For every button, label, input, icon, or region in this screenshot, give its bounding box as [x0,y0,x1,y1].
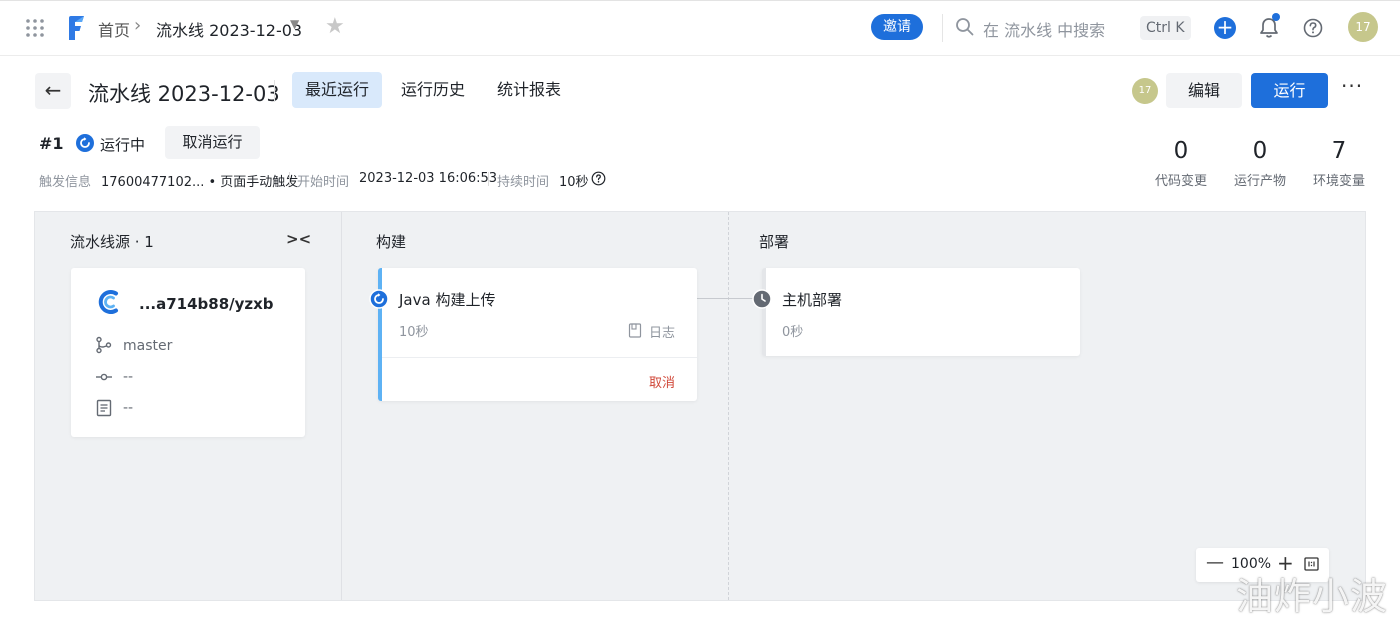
zoom-out-button[interactable]: — [1206,552,1224,573]
caret-down-icon[interactable]: ▼ [290,17,299,31]
run-number: #1 [39,134,64,153]
product-logo-icon[interactable] [64,14,88,42]
divider [382,357,697,358]
build-job-title[interactable]: Java 构建上传 [399,289,495,310]
build-job-log-link[interactable]: 日志 [649,322,675,341]
codeup-repo-icon [98,290,118,314]
user-avatar[interactable]: 17 [1348,12,1378,42]
start-time-value: 2023-12-03 16:06:53 [359,171,498,186]
branch-icon [96,336,112,354]
cancel-run-button[interactable]: 取消运行 [165,126,260,159]
running-status-icon [369,289,389,309]
help-icon[interactable] [1302,17,1324,39]
repo-name[interactable]: ...a714b88/yzxb [139,295,274,313]
log-book-icon[interactable] [628,323,642,338]
tab-recent-runs[interactable]: 最近运行 [292,72,383,108]
code-changes-label: 代码变更 [1154,174,1207,189]
divider [942,14,943,42]
artifacts-label: 运行产物 [1233,174,1286,189]
column-divider [728,212,729,600]
env-vars-label: 环境变量 [1312,174,1365,189]
search-input[interactable]: 在 流水线 中搜索 [983,17,1105,41]
source-column-title: 流水线源 · 1 [70,233,154,251]
collapse-icon[interactable]: >< [286,230,311,248]
commit-id: -- [123,369,134,385]
duration-help-icon[interactable] [591,171,606,186]
code-changes-count[interactable]: 0 [1166,138,1196,164]
apps-grid-icon[interactable] [24,17,46,39]
duration-value: 10秒 [559,175,589,190]
create-button[interactable]: + [1214,17,1236,39]
commit-message-icon [96,399,112,417]
divider [289,172,290,186]
start-time-label: 开始时间 [297,175,350,190]
commit-message: -- [123,400,134,416]
favorite-star-icon[interactable]: ★ [325,14,345,39]
breadcrumb-chevron-icon: › [134,15,142,36]
run-button[interactable]: 运行 [1251,73,1328,108]
deploy-job-title[interactable]: 主机部署 [782,289,842,310]
pending-clock-icon [752,289,772,309]
build-job-cancel-button[interactable]: 取消 [649,372,675,391]
page-title: 流水线 2023-12-03 [88,82,280,106]
duration-label: 持续时间 [497,175,550,190]
notification-dot [1272,13,1280,21]
build-job-duration: 10秒 [399,325,429,340]
artifacts-count[interactable]: 0 [1245,138,1275,164]
trigger-label: 触发信息 [39,175,92,190]
invite-button[interactable]: 邀请 [871,14,923,40]
more-options-icon[interactable]: ··· [1341,74,1363,98]
breadcrumb-home[interactable]: 首页 [98,17,130,41]
divider [488,172,489,186]
divider [274,80,275,102]
commit-icon [96,373,112,381]
deploy-stage-title: 部署 [759,233,790,251]
search-icon[interactable] [955,17,975,37]
running-status-icon [76,134,94,152]
deploy-job-duration: 0秒 [782,325,804,340]
back-button[interactable]: ← [35,73,71,109]
tab-run-history[interactable]: 运行历史 [388,72,478,108]
search-shortcut-badge: Ctrl K [1140,16,1191,40]
deploy-job-card[interactable] [762,268,1080,356]
build-stage-title: 构建 [376,233,407,251]
collaborator-avatar[interactable]: 17 [1132,78,1158,104]
watermark-text: 油炸小波 [1236,575,1388,618]
branch-name: master [123,338,173,354]
edit-button[interactable]: 编辑 [1166,73,1242,108]
env-vars-count[interactable]: 7 [1324,138,1354,164]
tab-statistics[interactable]: 统计报表 [484,72,574,108]
trigger-value: 17600477102... • 页面手动触发 [101,175,299,190]
breadcrumb-current[interactable]: 流水线 2023-12-03 [156,17,302,41]
run-status-text: 运行中 [100,136,146,154]
column-divider [341,212,342,600]
